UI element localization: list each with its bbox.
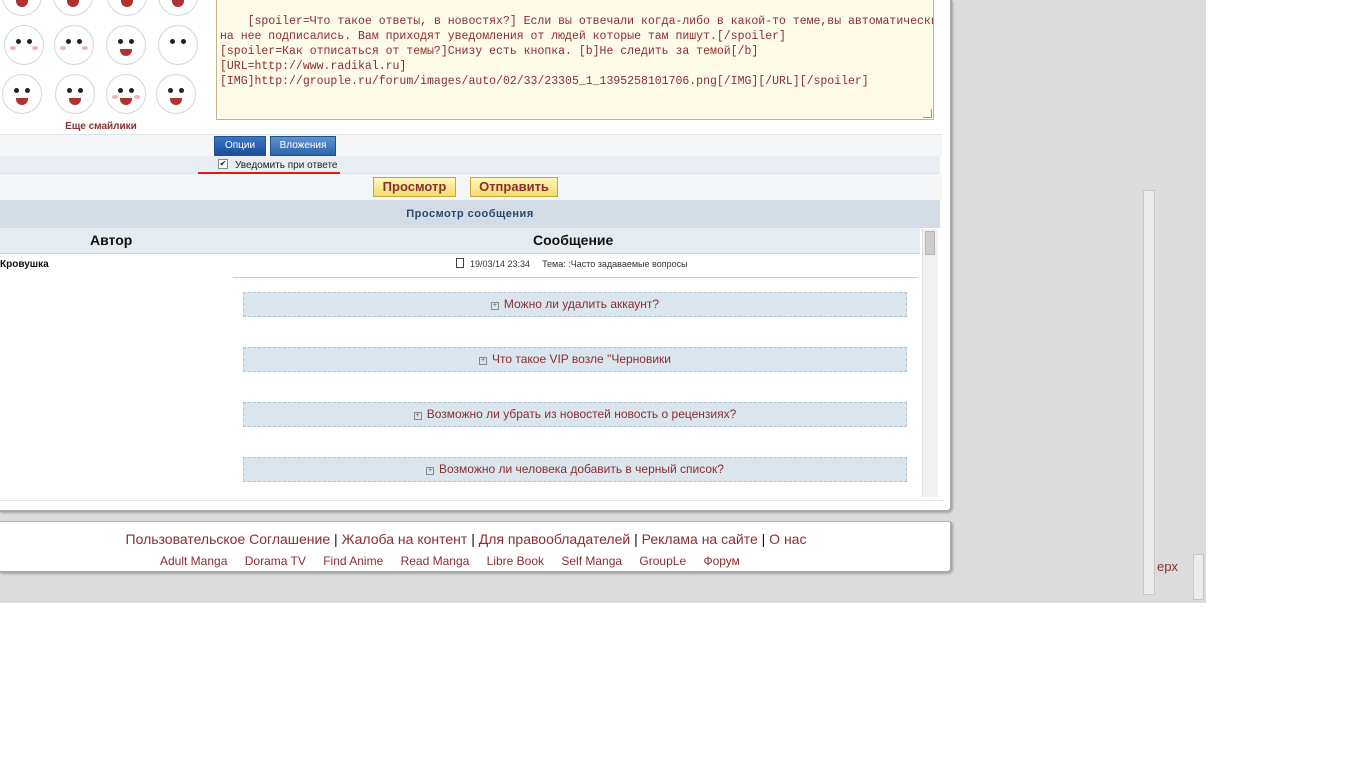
footer-separator: | <box>471 531 475 547</box>
spoiler-title: Возможно ли убрать из новостей новость о… <box>426 407 737 421</box>
smiley-01-icon[interactable] <box>2 0 42 16</box>
site-link-read-manga[interactable]: Read Manga <box>401 554 470 568</box>
footer-link-complaint[interactable]: Жалоба на контент <box>342 531 468 547</box>
smiley-04-icon[interactable] <box>158 0 198 16</box>
expand-plus-icon: + <box>490 302 499 310</box>
back-to-top-link[interactable]: ерх <box>1157 559 1178 574</box>
smiley-10-icon[interactable] <box>55 74 95 114</box>
footer-link-rightholders[interactable]: Для правообладателей <box>479 531 630 547</box>
preview-button[interactable]: Просмотр <box>373 177 456 197</box>
preview-header: Просмотр сообщения <box>0 200 940 228</box>
red-underline-annotation <box>198 172 340 174</box>
footer-separator: | <box>634 531 638 547</box>
footer-links: Пользовательское Соглашение | Жалоба на … <box>0 531 932 547</box>
smiley-07-icon[interactable] <box>106 25 146 65</box>
expand-plus-icon: + <box>478 357 487 365</box>
footer-sites: Adult Manga Dorama TV Find Anime Read Ma… <box>160 554 754 568</box>
spoiler-item[interactable]: + Что такое VIP возле "Черновики <box>243 347 907 372</box>
smiley-08-icon[interactable] <box>158 25 198 65</box>
side-scroll-thumb[interactable] <box>1193 554 1204 600</box>
tab-options[interactable]: Опции <box>214 136 266 156</box>
site-link-find-anime[interactable]: Find Anime <box>323 554 383 568</box>
spoiler-title: Что такое VIP возле "Черновики <box>491 352 672 366</box>
smiley-09-icon[interactable] <box>2 74 42 114</box>
column-author: Автор <box>90 232 133 248</box>
notify-row: ✔ Уведомить при ответе <box>0 156 940 174</box>
spoiler-item[interactable]: + Возможно ли убрать из новостей новость … <box>243 402 907 427</box>
action-buttons: Просмотр Отправить <box>0 174 942 200</box>
footer: Пользовательское Соглашение | Жалоба на … <box>0 521 952 573</box>
post-author[interactable]: Кровушка <box>0 259 49 270</box>
footer-separator: | <box>334 531 338 547</box>
site-link-self-manga[interactable]: Self Manga <box>561 554 622 568</box>
smiley-06-icon[interactable] <box>54 25 94 65</box>
smiley-palette <box>0 0 212 133</box>
more-smileys-link[interactable]: Еще смайлики <box>0 121 202 132</box>
submit-button[interactable]: Отправить <box>470 177 558 197</box>
smiley-02-icon[interactable] <box>53 0 93 16</box>
footer-link-about[interactable]: О нас <box>769 531 806 547</box>
resize-handle-icon[interactable] <box>923 109 932 118</box>
column-message: Сообщение <box>533 232 614 248</box>
document-icon <box>456 258 464 268</box>
spoiler-item[interactable]: + Возможно ли человека добавить в черный … <box>243 457 907 482</box>
post-date: 19/03/14 23:34 <box>470 259 531 269</box>
site-link-dorama-tv[interactable]: Dorama TV <box>245 554 306 568</box>
site-link-grouple[interactable]: GroupLe <box>639 554 686 568</box>
side-scroll-track[interactable] <box>1143 190 1155 595</box>
footer-link-agreement[interactable]: Пользовательское Соглашение <box>126 531 331 547</box>
post-meta: 19/03/14 23:34 Тема: :Часто задаваемые во… <box>456 258 688 269</box>
smiley-12-icon[interactable] <box>156 74 196 114</box>
notify-label: Уведомить при ответе <box>235 160 338 171</box>
footer-link-advertising[interactable]: Реклама на сайте <box>642 531 758 547</box>
site-link-libre-book[interactable]: Libre Book <box>487 554 544 568</box>
panel-divider <box>0 500 944 501</box>
reply-panel: Еще смайлики [spoiler=Что такое ответы, … <box>0 0 952 512</box>
smiley-03-icon[interactable] <box>107 0 147 16</box>
post-divider <box>233 277 917 278</box>
message-textarea[interactable]: [spoiler=Что такое ответы, в новостях?] … <box>216 0 934 120</box>
smiley-11-icon[interactable] <box>106 74 146 114</box>
preview-scrollbar-thumb[interactable] <box>925 231 935 255</box>
smiley-05-icon[interactable] <box>4 25 44 65</box>
expand-plus-icon: + <box>413 412 422 420</box>
tab-attachments[interactable]: Вложения <box>270 136 336 156</box>
footer-separator: | <box>761 531 766 547</box>
preview-table-header: Автор Сообщение <box>0 228 920 254</box>
preview-scrollbar[interactable] <box>922 229 938 497</box>
post-topic: Тема: :Часто задаваемые вопросы <box>542 259 688 269</box>
spoiler-title: Можно ли удалить аккаунт? <box>503 297 660 311</box>
site-link-adult-manga[interactable]: Adult Manga <box>160 554 227 568</box>
spoiler-item[interactable]: + Можно ли удалить аккаунт? <box>243 292 907 317</box>
notify-checkbox[interactable]: ✔ <box>218 159 228 169</box>
message-text: [spoiler=Что такое ответы, в новостях?] … <box>220 15 934 88</box>
editor-tabs: Опции Вложения <box>0 134 942 157</box>
expand-plus-icon: + <box>426 467 435 475</box>
spoiler-title: Возможно ли человека добавить в черный с… <box>439 462 724 476</box>
site-link-forum[interactable]: Форум <box>703 554 739 568</box>
